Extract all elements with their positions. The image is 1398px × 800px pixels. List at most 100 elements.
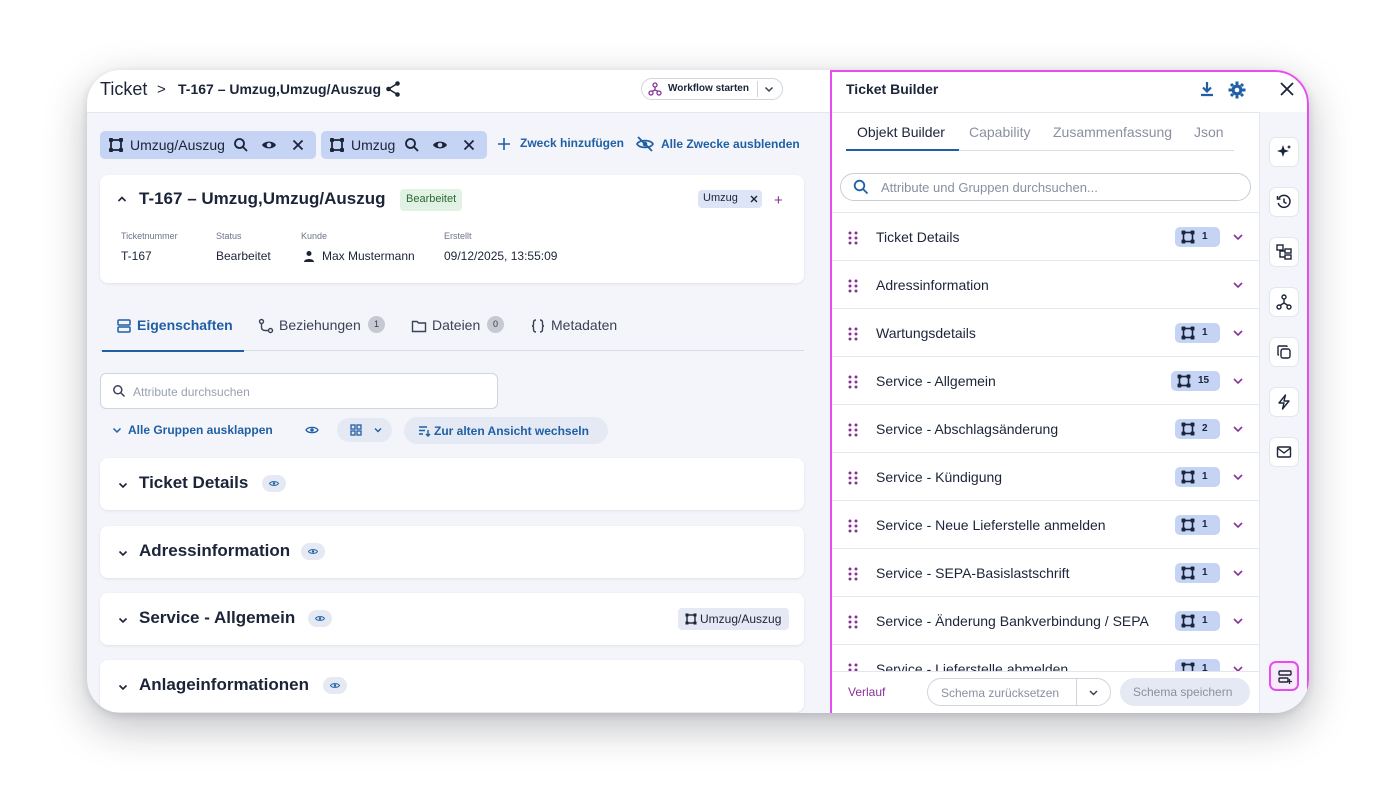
eye-icon[interactable] [305,424,319,436]
hide-all-purposes-button[interactable]: Alle Zwecke ausblenden [661,137,800,151]
workflow-start-button[interactable]: Workflow starten [641,78,783,100]
group-visibility-toggle[interactable] [262,475,286,492]
purpose-chip-umzug-auszug[interactable]: Umzug/Auszug [100,131,316,159]
builder-group-label: Service - SEPA-Basislastschrift [876,565,1070,581]
drag-handle-icon[interactable] [848,279,858,293]
old-view-button[interactable]: Zur alten Ansicht wechseln [404,417,608,444]
group-visibility-toggle[interactable] [301,543,325,560]
rail-button-actions[interactable] [1269,387,1299,417]
share-icon[interactable] [384,80,402,98]
builder-group-label: Service - Änderung Bankverbindung / SEPA [876,613,1149,629]
search-icon[interactable] [404,137,420,153]
drag-handle-icon[interactable] [848,663,858,671]
rail-button-copy[interactable] [1269,337,1299,367]
purpose-count-badge: 1 [1175,611,1220,631]
drag-handle-icon[interactable] [848,423,858,437]
download-icon[interactable] [1198,80,1216,98]
builder-search-input[interactable]: Attribute und Gruppen durchsuchen... [840,173,1251,201]
group-card[interactable]: Anlageinformationen [100,660,804,712]
rail-button-mail[interactable] [1269,437,1299,467]
tab-zusammenfassung[interactable]: Zusammenfassung [1053,124,1172,140]
builder-tabs: Objekt Builder Capability Zusammenfassun… [846,113,1234,151]
chevron-down-icon[interactable] [1232,615,1244,627]
builder-group-row[interactable]: Service - Änderung Bankverbindung / SEPA… [832,597,1259,645]
builder-group-row[interactable]: Service - Kündigung 1 [832,453,1259,501]
chevron-down-icon[interactable] [763,83,775,95]
gear-icon[interactable] [1227,80,1247,100]
chevron-down-icon[interactable] [1232,471,1244,483]
search-placeholder: Attribute und Gruppen durchsuchen... [881,180,1098,195]
chevron-up-icon[interactable] [116,193,128,205]
chevron-down-icon[interactable] [1088,687,1099,698]
group-visibility-toggle[interactable] [308,610,332,627]
rail-button-ai[interactable] [1269,137,1299,167]
chevron-down-icon[interactable] [1232,279,1244,291]
hierarchy-icon [1276,244,1292,260]
eye-off-icon[interactable] [636,136,654,152]
rail-button-history[interactable] [1269,187,1299,217]
builder-group-row[interactable]: Service - Lieferstelle abmelden 1 [832,645,1259,671]
drag-handle-icon[interactable] [848,375,858,389]
save-schema-button[interactable]: Schema speichern [1120,678,1250,706]
chevron-down-icon[interactable] [117,681,129,693]
expand-all-groups-button[interactable]: Alle Gruppen ausklappen [128,423,273,437]
eye-icon[interactable] [261,137,277,153]
chevron-down-icon[interactable] [1232,663,1244,671]
drag-handle-icon[interactable] [848,615,858,629]
drag-handle-icon[interactable] [848,327,858,341]
chevron-down-icon[interactable] [1232,231,1244,243]
drag-handle-icon[interactable] [848,231,858,245]
object-builder-list: Attribute und Gruppen durchsuchen... Tic… [832,162,1259,671]
group-card[interactable]: Ticket Details [100,458,804,510]
search-icon[interactable] [233,137,249,153]
drag-handle-icon[interactable] [848,567,858,581]
reset-schema-button[interactable]: Schema zurücksetzen [927,678,1111,706]
breadcrumb-root[interactable]: Ticket [100,79,147,100]
chevron-down-icon[interactable] [1232,423,1244,435]
chevron-down-icon[interactable] [1232,375,1244,387]
chevron-down-icon[interactable] [117,614,129,626]
tab-json[interactable]: Json [1194,124,1224,140]
purpose-icon [1181,662,1195,671]
purpose-count-badge: 15 [1171,371,1220,391]
chevron-down-icon[interactable] [1232,519,1244,531]
plus-icon[interactable] [496,136,512,152]
chevron-down-icon[interactable] [1232,567,1244,579]
tab-capability[interactable]: Capability [969,124,1030,140]
layout-toggle-button[interactable] [337,418,392,442]
close-icon[interactable] [461,137,477,153]
purpose-count: 2 [1202,423,1208,434]
builder-group-row[interactable]: Service - SEPA-Basislastschrift 1 [832,549,1259,597]
braces-icon [531,319,545,333]
tab-objekt-builder[interactable]: Objekt Builder [857,124,945,140]
group-card[interactable]: Service - Allgemein Umzug/Auszug [100,593,804,645]
purpose-chip-umzug[interactable]: Umzug [321,131,487,159]
purpose-icon [1181,230,1195,244]
chevron-down-icon[interactable] [117,547,129,559]
rail-button-workflow[interactable] [1269,287,1299,317]
group-card[interactable]: Adressinformation [100,526,804,578]
drag-handle-icon[interactable] [848,519,858,533]
builder-group-row[interactable]: Service - Allgemein 15 [832,357,1259,405]
add-tag-button[interactable]: + [774,192,783,209]
builder-group-row[interactable]: Ticket Details 1 [832,213,1259,261]
chevron-down-icon[interactable] [1232,327,1244,339]
attribute-search-input[interactable]: Attribute durchsuchen [100,373,498,409]
group-visibility-toggle[interactable] [323,677,347,694]
rail-button-hierarchy[interactable] [1269,237,1299,267]
eye-icon[interactable] [432,137,448,153]
history-link[interactable]: Verlauf [848,685,885,699]
close-icon[interactable] [290,137,306,153]
close-icon[interactable] [1279,81,1295,97]
customer-link[interactable]: Max Mustermann [322,249,415,263]
builder-group-row[interactable]: Service - Neue Lieferstelle anmelden 1 [832,501,1259,549]
close-icon[interactable] [748,193,760,205]
builder-group-row[interactable]: Wartungsdetails 1 [832,309,1259,357]
chevron-down-icon[interactable] [117,479,129,491]
mail-icon [1276,446,1292,458]
rail-button-schema[interactable] [1269,661,1299,691]
add-purpose-button[interactable]: Zweck hinzufügen [520,136,624,150]
builder-group-row[interactable]: Adressinformation [832,261,1259,309]
builder-group-row[interactable]: Service - Abschlagsänderung 2 [832,405,1259,453]
drag-handle-icon[interactable] [848,471,858,485]
